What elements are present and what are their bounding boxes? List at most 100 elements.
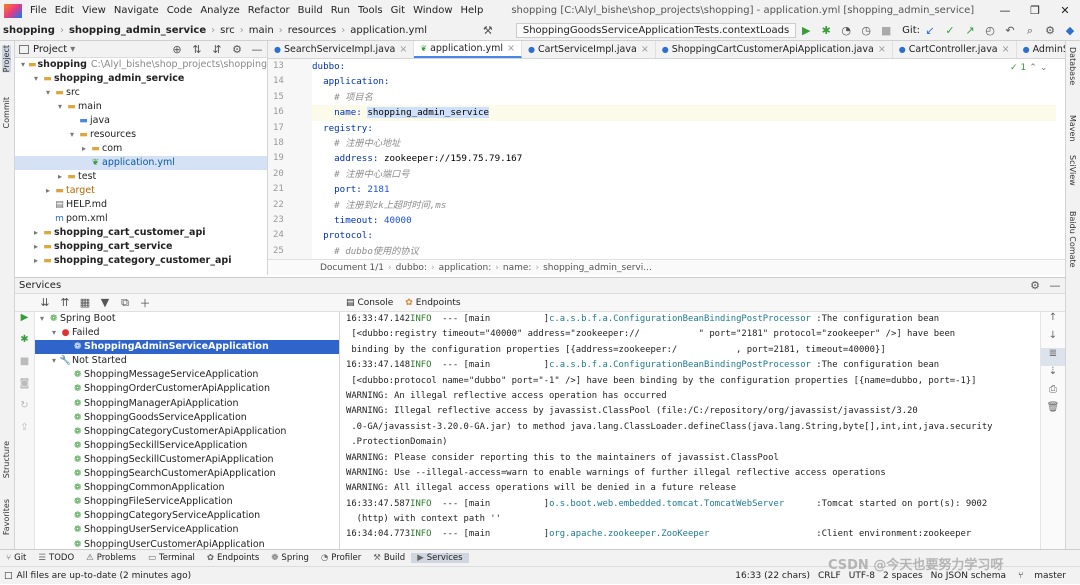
git-rollback-icon[interactable]: ↶ xyxy=(1002,24,1018,37)
service-tree-item[interactable]: ❁ ShoppingCategoryServiceApplication xyxy=(35,509,339,523)
service-tree-item[interactable]: ▾ ● Failed xyxy=(35,326,339,340)
hide-icon[interactable]: — xyxy=(1047,279,1063,292)
menu-item-navigate[interactable]: Navigate xyxy=(110,5,163,16)
chevron-icon[interactable]: ▸ xyxy=(55,170,65,184)
git-commit-icon[interactable]: ✓ xyxy=(942,24,958,37)
service-tree-item[interactable]: ❁ ShoppingSeckillCustomerApiApplication xyxy=(35,453,339,467)
menu-item-code[interactable]: Code xyxy=(163,5,197,16)
close-icon[interactable]: × xyxy=(641,44,649,55)
service-tree-item[interactable]: ❁ ShoppingManagerApiApplication xyxy=(35,397,339,411)
camera-icon[interactable]: ◙ xyxy=(15,378,34,400)
debug-icon[interactable]: ✱ xyxy=(818,24,834,37)
scroll-end-icon[interactable]: ⇣ xyxy=(1041,366,1065,384)
editor-tab[interactable]: ● CartServiceImpl.java × xyxy=(522,41,656,58)
project-tool-button[interactable]: Project xyxy=(2,45,11,73)
menu-item-file[interactable]: File xyxy=(26,5,51,16)
breadcrumb-src[interactable]: src xyxy=(217,25,238,36)
chevron-icon[interactable]: ▸ xyxy=(43,184,53,198)
tool-tab-endpoints[interactable]: ✿ Endpoints xyxy=(201,553,265,563)
chevron-icon[interactable]: ▸ xyxy=(31,254,41,268)
structure-tool-button[interactable]: Structure xyxy=(2,441,11,478)
editor-tab[interactable]: ● CartController.java × xyxy=(893,41,1017,58)
menu-item-help[interactable]: Help xyxy=(457,5,488,16)
tool-tab-todo[interactable]: ☰ TODO xyxy=(32,553,80,563)
chevron-icon[interactable]: ▾ xyxy=(49,326,59,340)
menu-item-refactor[interactable]: Refactor xyxy=(244,5,294,16)
project-tree-item[interactable]: ▸ ▬ test xyxy=(15,170,267,184)
add-icon[interactable]: ＋ xyxy=(137,295,153,311)
breadcrumb-resources[interactable]: resources xyxy=(285,25,339,36)
service-tree-item[interactable]: ❁ ShoppingCategoryCustomerApiApplication xyxy=(35,425,339,439)
chevron-down-icon[interactable]: ⌄ xyxy=(1040,63,1048,73)
project-tree-item[interactable]: ▾ ▬ shopping_admin_service xyxy=(15,72,267,86)
project-tree-item[interactable]: ❦ application.yml xyxy=(15,156,267,170)
project-tree-item[interactable]: ▾ ▬ src xyxy=(15,86,267,100)
restart-icon[interactable]: ↻ xyxy=(15,400,34,422)
close-icon[interactable]: × xyxy=(878,44,886,55)
locate-icon[interactable]: ⊕ xyxy=(169,43,185,56)
breadcrumb-dubbo[interactable]: dubbo: xyxy=(392,263,431,273)
close-icon[interactable]: × xyxy=(399,44,407,55)
expand-all-icon[interactable]: ⇊ xyxy=(37,296,53,309)
project-tree-item[interactable]: ▸ ▬ target xyxy=(15,184,267,198)
chevron-icon[interactable]: ▾ xyxy=(49,354,59,368)
service-tree-item[interactable]: ❁ ShoppingCommonApplication xyxy=(35,481,339,495)
git-history-icon[interactable]: ◴ xyxy=(982,24,998,37)
stop-icon[interactable]: ■ xyxy=(15,356,34,378)
service-tree-item[interactable]: ❁ ShoppingAdminServiceApplication xyxy=(35,340,339,355)
menu-item-window[interactable]: Window xyxy=(409,5,456,16)
project-tree-item[interactable]: ▸ ▬ com xyxy=(15,142,267,156)
settings-icon[interactable]: ⚙ xyxy=(1042,24,1058,37)
tool-tab-services[interactable]: ▶ Services xyxy=(411,553,469,563)
breadcrumb-project[interactable]: shopping xyxy=(0,25,58,36)
breadcrumb-value[interactable]: shopping_admin_servi... xyxy=(539,263,656,273)
editor-tab[interactable]: ❦ application.yml × xyxy=(414,41,522,58)
inspection-widget[interactable]: ✓ 1 ⌃ ⌄ xyxy=(1010,63,1047,73)
arrow-up-icon[interactable]: ↑ xyxy=(1041,312,1065,330)
chevron-icon[interactable]: ▾ xyxy=(37,312,47,326)
breadcrumb-application[interactable]: application: xyxy=(435,263,496,273)
print-icon[interactable]: ⎙ xyxy=(1041,384,1065,402)
maven-tool-button[interactable]: Maven xyxy=(1068,115,1077,142)
close-icon[interactable]: × xyxy=(507,43,515,54)
chevron-icon[interactable]: ▾ xyxy=(31,72,41,86)
sciview-tool-button[interactable]: SciView xyxy=(1068,155,1077,186)
menu-item-edit[interactable]: Edit xyxy=(51,5,78,16)
gear-icon[interactable]: ⚙ xyxy=(229,43,245,56)
close-icon[interactable]: ✕ xyxy=(1050,4,1080,17)
menu-item-build[interactable]: Build xyxy=(294,5,327,16)
hide-icon[interactable]: — xyxy=(249,43,265,56)
collapse-all-icon[interactable]: ⇈ xyxy=(57,296,73,309)
project-tree-item[interactable]: ▸ ▬ shopping_cart_customer_api xyxy=(15,226,267,240)
profile-icon[interactable]: ◷ xyxy=(858,24,874,37)
minimize-icon[interactable]: — xyxy=(990,4,1020,17)
chevron-icon[interactable]: ▾ xyxy=(67,128,77,142)
search-icon[interactable]: ⌕ xyxy=(1022,24,1038,38)
menu-item-view[interactable]: View xyxy=(78,5,110,16)
code-editor[interactable]: dubbo: application: # 项目名 name: shopping… xyxy=(312,59,1056,259)
trash-icon[interactable]: 🗑 xyxy=(1041,402,1065,420)
service-tree-item[interactable]: ❁ ShoppingSeckillServiceApplication xyxy=(35,439,339,453)
git-branch[interactable]: ⑂ master xyxy=(1010,571,1074,581)
project-tree-item[interactable]: ▸ ▬ shopping_category_customer_api xyxy=(15,254,267,268)
chevron-icon[interactable]: ▸ xyxy=(31,226,41,240)
service-tree-item[interactable]: ❁ ShoppingSearchCustomerApiApplication xyxy=(35,467,339,481)
git-update-icon[interactable]: ↙ xyxy=(922,24,938,37)
chevron-icon[interactable]: ▾ xyxy=(43,86,53,100)
chevron-icon[interactable]: ▸ xyxy=(31,240,41,254)
menu-item-analyze[interactable]: Analyze xyxy=(196,5,243,16)
group-icon[interactable]: ▦ xyxy=(77,296,93,309)
tool-tab-profiler[interactable]: ◔ Profiler xyxy=(315,553,367,563)
coverage-icon[interactable]: ◔ xyxy=(838,24,854,37)
breadcrumb-module[interactable]: shopping_admin_service xyxy=(66,25,209,36)
database-tool-button[interactable]: Database xyxy=(1068,47,1077,85)
debug-icon[interactable]: ✱ xyxy=(15,334,34,356)
service-tree-item[interactable]: ▾ ❁ Spring Boot xyxy=(35,312,339,326)
breadcrumb-name[interactable]: name: xyxy=(499,263,536,273)
service-tree-item[interactable]: ❁ ShoppingOrderCustomerApiApplication xyxy=(35,382,339,396)
tool-tab-build[interactable]: ⚒ Build xyxy=(367,553,411,563)
breadcrumb-document[interactable]: Document 1/1 xyxy=(316,263,388,273)
project-tree-item[interactable]: ▸ ▬ shopping_cart_service xyxy=(15,240,267,254)
chevron-icon[interactable]: ▾ xyxy=(19,58,27,72)
tool-tab-problems[interactable]: ⚠ Problems xyxy=(80,553,142,563)
